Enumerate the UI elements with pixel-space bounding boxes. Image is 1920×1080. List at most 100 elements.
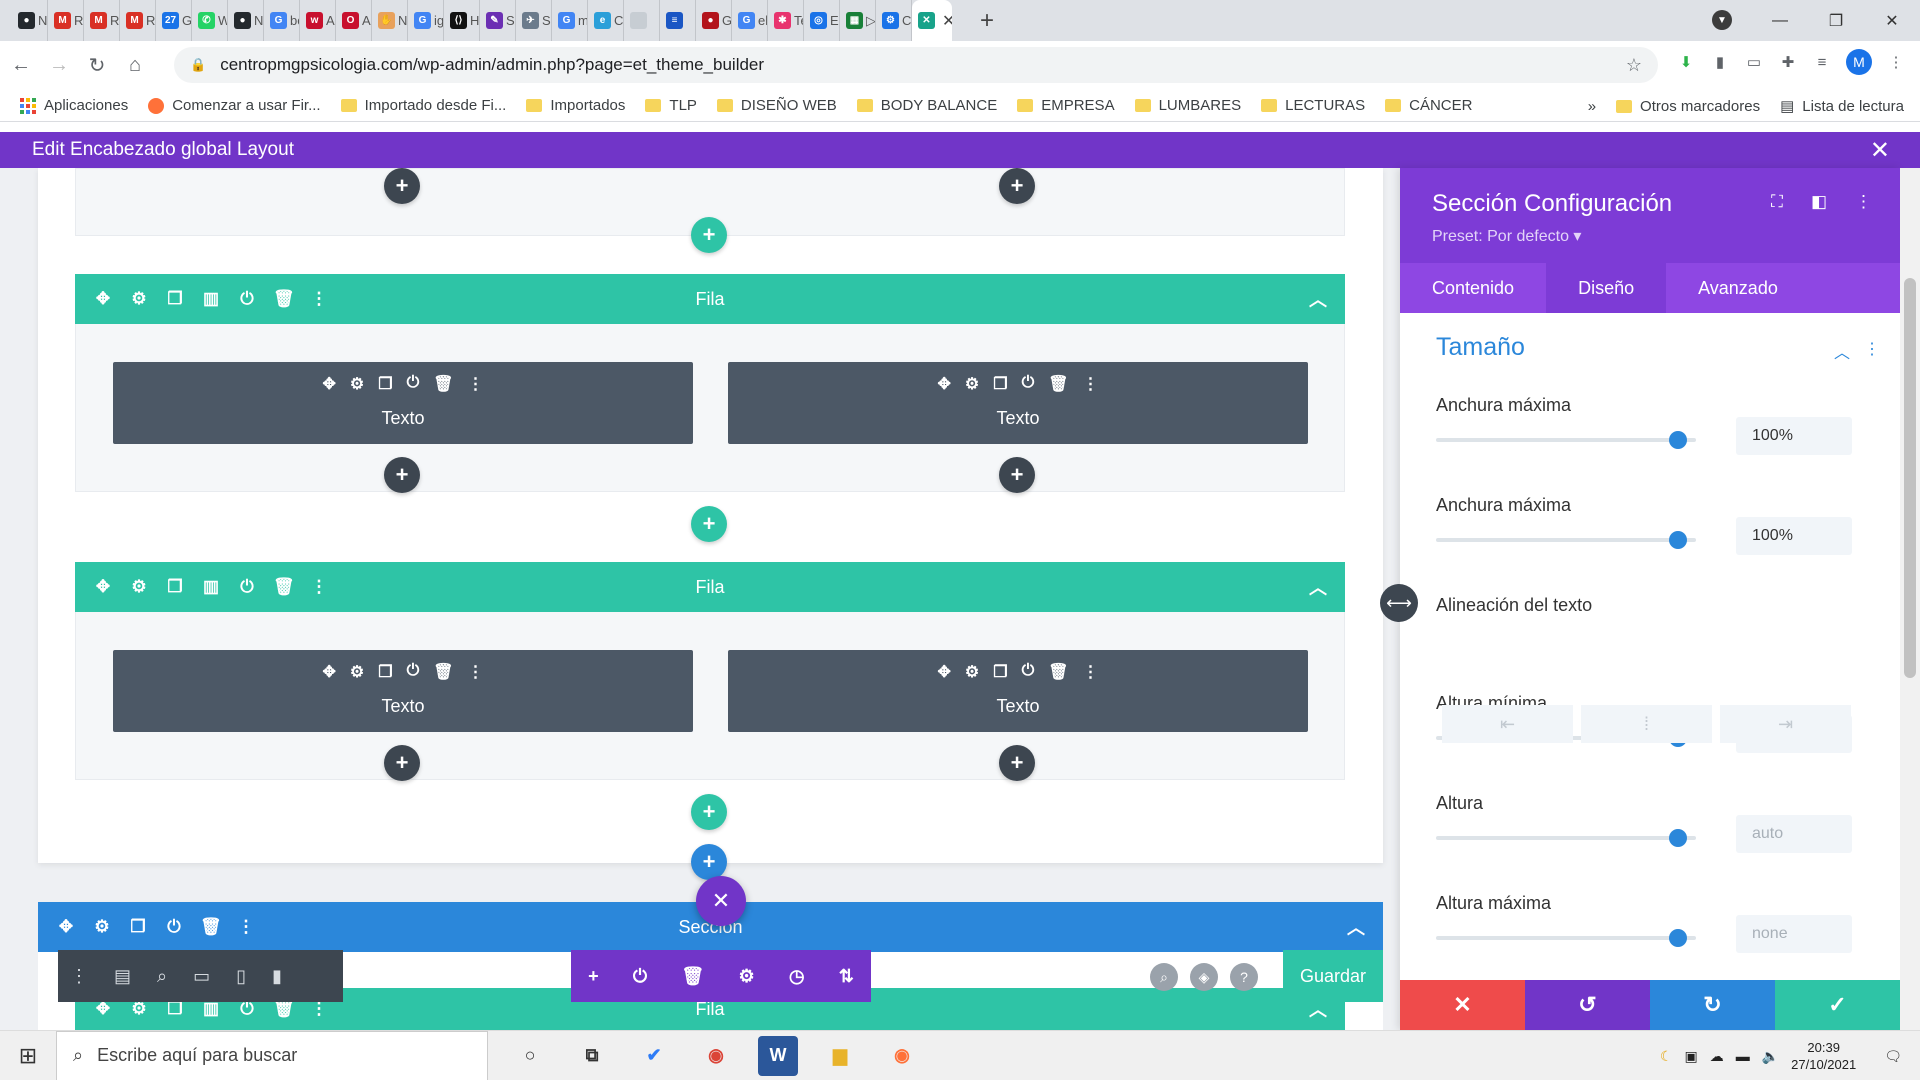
move-icon[interactable]: ✥ bbox=[937, 374, 950, 394]
history-icon[interactable]: ◷ bbox=[789, 966, 805, 987]
portability-icon[interactable]: ⇅ bbox=[839, 966, 854, 987]
chrome-icon[interactable]: ◉ bbox=[696, 1036, 736, 1076]
meet-icon[interactable]: ▣ bbox=[1684, 1048, 1697, 1065]
browser-tab[interactable]: MRe bbox=[120, 0, 156, 41]
power-icon[interactable]: ⏻ bbox=[1022, 662, 1035, 682]
browser-tab[interactable] bbox=[624, 0, 660, 41]
add-row-icon[interactable]: + bbox=[691, 794, 727, 830]
download-icon[interactable]: ⬇ bbox=[1676, 52, 1696, 72]
search-icon[interactable]: ⌕ bbox=[1150, 963, 1178, 991]
power-icon[interactable]: ⏻ bbox=[633, 966, 647, 987]
value-input[interactable]: none bbox=[1736, 915, 1852, 953]
notification-icon[interactable]: 🗨 bbox=[1884, 1048, 1902, 1065]
add-module-icon[interactable]: + bbox=[999, 168, 1035, 204]
chevron-up-icon[interactable]: ︿ bbox=[1309, 286, 1327, 312]
network-icon[interactable]: ☁ bbox=[1710, 1048, 1724, 1065]
slider-track[interactable] bbox=[1436, 431, 1696, 449]
browser-tab[interactable]: ▦ ▷ bbox=[840, 0, 876, 41]
browser-tab[interactable]: ◎El bbox=[804, 0, 840, 41]
zoom-icon[interactable]: ⌕ bbox=[157, 966, 167, 987]
confirm-icon[interactable]: ✓ bbox=[1775, 980, 1900, 1030]
add-module-icon[interactable]: + bbox=[999, 745, 1035, 781]
browser-tab[interactable]: ✈Su bbox=[516, 0, 552, 41]
playlist-icon[interactable]: ≡ bbox=[1812, 52, 1832, 72]
add-row-icon[interactable]: + bbox=[691, 506, 727, 542]
file-explorer-icon[interactable]: ▆ bbox=[820, 1036, 860, 1076]
reload-icon[interactable]: ↻ bbox=[80, 53, 114, 78]
bookmark-item[interactable]: Aplicaciones bbox=[20, 97, 128, 114]
browser-tab[interactable]: OAr bbox=[336, 0, 372, 41]
move-icon[interactable]: ✥ bbox=[322, 662, 335, 682]
slider-track[interactable] bbox=[1436, 531, 1696, 549]
bookmark-star-icon[interactable]: ☆ bbox=[1626, 55, 1642, 76]
preset-selector[interactable]: Preset: Por defecto ▾ bbox=[1432, 226, 1581, 246]
home-icon[interactable]: ⌂ bbox=[118, 54, 152, 77]
more-icon[interactable]: ⋮ bbox=[1864, 339, 1880, 363]
browser-tab[interactable]: ●Nu bbox=[228, 0, 264, 41]
bookmark-item[interactable]: Comenzar a usar Fir... bbox=[148, 97, 321, 114]
browser-tab[interactable]: ✋Nu bbox=[372, 0, 408, 41]
bookmark-item[interactable]: LUMBARES bbox=[1134, 97, 1241, 114]
more-icon[interactable]: ⋮ bbox=[1083, 662, 1099, 682]
new-tab-icon[interactable]: + bbox=[980, 7, 994, 35]
power-icon[interactable]: ⏻ bbox=[407, 374, 420, 394]
forward-icon[interactable]: → bbox=[42, 54, 76, 77]
browser-tab[interactable]: 27Go bbox=[156, 0, 192, 41]
browser-tab[interactable]: eCe bbox=[588, 0, 624, 41]
undo-icon[interactable]: ↺ bbox=[1525, 980, 1650, 1030]
discard-icon[interactable]: ✕ bbox=[1400, 980, 1525, 1030]
menu-icon[interactable]: ⋮ bbox=[1886, 52, 1906, 72]
more-icon[interactable]: ⋮ bbox=[468, 374, 484, 394]
bookmark-item[interactable]: Importado desde Fi... bbox=[340, 97, 506, 114]
app-vk-icon[interactable]: ✔ bbox=[634, 1036, 674, 1076]
resize-handle-icon[interactable]: ⟷ bbox=[1380, 584, 1418, 622]
other-bookmarks[interactable]: Otros marcadores bbox=[1616, 98, 1760, 115]
clock[interactable]: 20:39 27/10/2021 bbox=[1791, 1039, 1856, 1073]
cast-icon[interactable]: ▭ bbox=[1744, 52, 1764, 72]
more-icon[interactable]: ⋮ bbox=[1083, 374, 1099, 394]
text-module[interactable]: ✥ ⚙ ❐ ⏻ 🗑 ⋮ Texto bbox=[728, 650, 1308, 732]
browser-tab[interactable]: Gm bbox=[552, 0, 588, 41]
minimize-icon[interactable]: — bbox=[1752, 12, 1808, 30]
close-window-icon[interactable]: ✕ bbox=[1864, 11, 1920, 31]
battery-icon[interactable]: ▬ bbox=[1736, 1048, 1750, 1064]
fullscreen-icon[interactable]: ⛶ bbox=[1771, 192, 1783, 212]
browser-tab[interactable]: ✆W bbox=[192, 0, 228, 41]
bookmark-item[interactable]: Importados bbox=[526, 97, 625, 114]
address-bar[interactable]: 🔒 centropmgpsicologia.com/wp-admin/admin… bbox=[174, 47, 1658, 83]
trash-icon[interactable]: 🗑 bbox=[433, 374, 453, 394]
task-view-icon[interactable]: ⧉ bbox=[572, 1036, 612, 1076]
slider-knob[interactable] bbox=[1668, 829, 1687, 847]
browser-tab[interactable]: ● G bbox=[696, 0, 732, 41]
duplicate-icon[interactable]: ❐ bbox=[378, 374, 392, 394]
redo-icon[interactable]: ↻ bbox=[1650, 980, 1775, 1030]
browser-tab-active[interactable]: ✕ ✕ bbox=[912, 0, 952, 41]
slider-knob[interactable] bbox=[1668, 531, 1687, 549]
gear-icon[interactable]: ⚙ bbox=[965, 374, 979, 394]
duplicate-icon[interactable]: ❐ bbox=[378, 662, 392, 682]
browser-tab[interactable]: ✱Te bbox=[768, 0, 804, 41]
bookmark-item[interactable]: BODY BALANCE bbox=[856, 97, 997, 114]
browser-tab[interactable]: ✎Se bbox=[480, 0, 516, 41]
phone-view-icon[interactable]: ▮ bbox=[272, 966, 282, 987]
value-input[interactable]: 100% bbox=[1736, 517, 1852, 555]
bookmark-item[interactable]: LECTURAS bbox=[1261, 97, 1365, 114]
bookmark-item[interactable]: EMPRESA bbox=[1017, 97, 1115, 114]
value-input[interactable]: 100% bbox=[1736, 417, 1852, 455]
gear-icon[interactable]: ⚙ bbox=[350, 662, 364, 682]
browser-tab[interactable]: MRe bbox=[48, 0, 84, 41]
tab-design[interactable]: Diseño bbox=[1546, 263, 1667, 313]
slider-knob[interactable] bbox=[1668, 431, 1687, 449]
align-center-icon[interactable]: ⁞ bbox=[1581, 705, 1712, 743]
add-module-icon[interactable]: + bbox=[384, 745, 420, 781]
browser-tab[interactable]: Gel bbox=[732, 0, 768, 41]
group-title[interactable]: Tamaño bbox=[1436, 333, 1525, 362]
browser-tab[interactable]: MRe bbox=[84, 0, 120, 41]
chevron-up-icon[interactable]: ︿ bbox=[1834, 339, 1850, 363]
cortana-icon[interactable]: ○ bbox=[510, 1036, 550, 1076]
align-left-icon[interactable]: ⇤ bbox=[1442, 705, 1573, 743]
add-module-icon[interactable]: + bbox=[384, 457, 420, 493]
save-button[interactable]: Guardar bbox=[1283, 950, 1383, 1002]
volume-icon[interactable]: 🔈 bbox=[1762, 1048, 1779, 1065]
more-icon[interactable]: ⋮ bbox=[70, 966, 88, 987]
